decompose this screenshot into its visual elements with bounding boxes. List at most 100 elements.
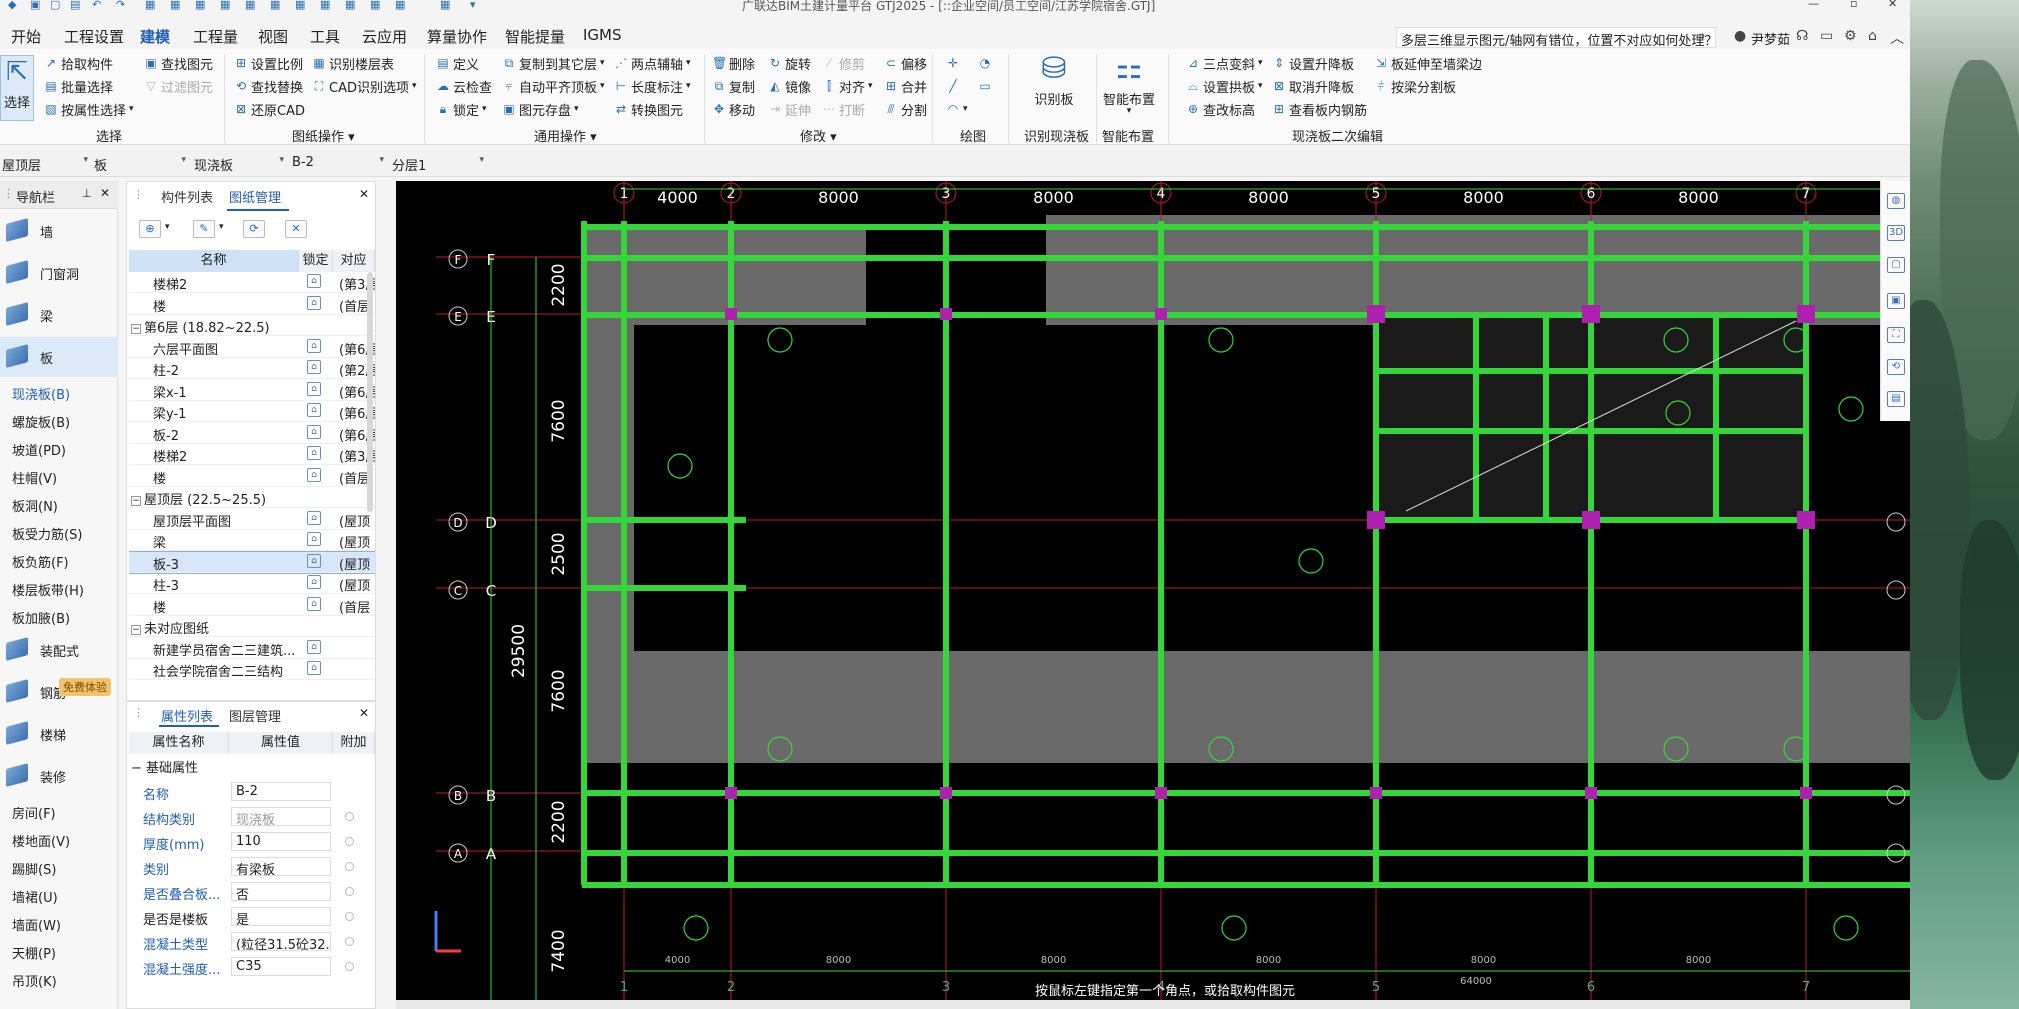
nav-item-decoration[interactable]: 装修: [0, 756, 118, 796]
offset-button[interactable]: ⊂ 偏移: [884, 53, 927, 73]
nav-item-slab[interactable]: 板: [0, 337, 118, 377]
property-value-field[interactable]: 110: [231, 832, 331, 851]
column[interactable]: [1367, 305, 1385, 323]
select-button[interactable]: ⇱ 选择: [0, 55, 34, 121]
slab-region[interactable]: [584, 651, 1910, 763]
3d-box-icon[interactable]: 3D: [1887, 225, 1905, 241]
draw-line-button[interactable]: ╱: [946, 76, 960, 96]
quick-tool-icon[interactable]: ▦: [395, 0, 405, 11]
collapse-icon[interactable]: −: [131, 495, 141, 506]
column[interactable]: [725, 787, 737, 799]
beam[interactable]: [582, 585, 746, 591]
nav-sub-spiral-slab[interactable]: 螺旋板(B): [12, 412, 70, 431]
scrollbar[interactable]: [367, 272, 373, 512]
extra-checkbox[interactable]: [345, 912, 354, 921]
column[interactable]: [1155, 787, 1167, 799]
edit-drawing-icon[interactable]: ✎: [193, 220, 215, 238]
layer-view-icon[interactable]: ▤: [1887, 391, 1905, 407]
extra-checkbox[interactable]: [345, 812, 354, 821]
tab-component-list[interactable]: 构件列表: [161, 187, 213, 206]
auto-align-top-button[interactable]: ⫧ 自动平齐顶板 ▾: [502, 76, 605, 96]
nav-sub-skirting[interactable]: 踢脚(S): [12, 859, 56, 878]
collapse-icon[interactable]: −: [131, 323, 141, 334]
floor-group-row[interactable]: − 屋顶层 (22.5~25.5): [129, 487, 375, 508]
floor-group-row[interactable]: − 第6层 (18.82~22.5): [129, 315, 375, 336]
break-button[interactable]: ⋯ 打断: [822, 99, 865, 119]
message-icon[interactable]: ▭: [1820, 28, 1833, 44]
column[interactable]: [1367, 511, 1385, 529]
beam[interactable]: [582, 312, 1910, 318]
define-button[interactable]: ▤ 定义: [436, 53, 479, 73]
customize-icon[interactable]: ▾: [470, 0, 476, 11]
nav-item-stair[interactable]: 楼梯: [0, 714, 118, 754]
convert-element-button[interactable]: ⇄ 转换图元: [614, 99, 683, 119]
drawing-row[interactable]: 楼 ⌂ (首层: [129, 294, 375, 315]
drawing-canvas[interactable]: 1 1 2 2 3 3 4 4 5 5 6 6 7 7 4000 8000 8000 8000 8000 8000 40…: [396, 181, 1910, 1000]
split-button[interactable]: ⫻ 分割: [884, 99, 927, 119]
pin-icon[interactable]: ⊥: [82, 187, 92, 200]
nav-sub-room[interactable]: 房间(F): [12, 803, 56, 822]
column[interactable]: [1582, 511, 1600, 529]
column[interactable]: [725, 308, 737, 320]
beam[interactable]: [581, 221, 587, 885]
cad-options-button[interactable]: ⛶ CAD识别选项 ▾: [312, 76, 417, 96]
maximize-icon[interactable]: ▫: [1850, 0, 1857, 10]
beam[interactable]: [582, 882, 1910, 888]
close-icon[interactable]: ✕: [359, 187, 369, 201]
tab-property-list[interactable]: 属性列表: [161, 706, 213, 725]
set-arch-button[interactable]: ⌓ 设置拱板 ▾: [1186, 76, 1262, 96]
lock-icon[interactable]: ⌂: [307, 532, 321, 546]
quick-tool-icon[interactable]: ▦: [270, 0, 280, 11]
drawing-floor-map[interactable]: (首层: [339, 597, 375, 616]
drawing-row[interactable]: 楼 ⌂ (首层: [129, 466, 375, 487]
beam[interactable]: [1158, 221, 1164, 885]
3d-view-icon[interactable]: ◍: [1887, 193, 1905, 209]
beam[interactable]: [582, 517, 746, 523]
component-name-select[interactable]: B-2 ▾: [290, 154, 386, 174]
set-scale-button[interactable]: ⊞ 设置比例: [234, 53, 303, 73]
cloud-check-button[interactable]: ☁ 云检查: [436, 76, 492, 96]
menu-smart-extract[interactable]: 智能提量: [505, 26, 565, 47]
column[interactable]: [1582, 305, 1600, 323]
user-name[interactable]: 尹梦茹: [1751, 29, 1790, 48]
close-icon[interactable]: ✕: [100, 186, 110, 200]
quick-tool-icon[interactable]: ▦: [245, 0, 255, 11]
extend-to-wall-button[interactable]: ⇲ 板延伸至墙梁边: [1374, 53, 1482, 73]
menu-tools[interactable]: 工具: [310, 26, 340, 47]
nav-item-wall[interactable]: 墙: [0, 211, 118, 251]
menu-cloud[interactable]: 云应用: [362, 26, 407, 47]
drawing-row[interactable]: 柱-3 ⌂ (屋顶: [129, 573, 375, 594]
save-icon[interactable]: ▤: [70, 0, 80, 11]
menu-modeling[interactable]: 建模: [140, 26, 170, 47]
rotate-button[interactable]: ↻ 旋转: [768, 53, 811, 73]
beam[interactable]: [1473, 314, 1479, 520]
lock-icon[interactable]: ⌂: [307, 403, 321, 417]
avatar[interactable]: ●: [1734, 28, 1746, 44]
two-point-axis-button[interactable]: ⋰ 两点辅轴 ▾: [614, 53, 691, 73]
new-icon[interactable]: ▢: [50, 0, 60, 11]
column[interactable]: [940, 787, 952, 799]
find-replace-button[interactable]: ⟲ 查找替换: [234, 76, 303, 96]
column[interactable]: [940, 308, 952, 320]
batch-select-button[interactable]: ▤ 批量选择: [44, 76, 113, 96]
nav-sub-slab-neg-rebar[interactable]: 板负筋(F): [12, 552, 69, 571]
pick-component-button[interactable]: ↗ 拾取构件: [44, 53, 113, 73]
copy-button[interactable]: ⧉ 复制: [712, 76, 755, 96]
drawing-row[interactable]: 楼梯2 ⌂ (第3层: [129, 272, 375, 293]
beam[interactable]: [582, 255, 1910, 261]
floor-select[interactable]: 屋顶层 ▾: [0, 154, 90, 174]
view-slab-rebar-button[interactable]: ⊞ 查看板内钢筋: [1272, 99, 1367, 119]
trim-button[interactable]: ⁄ 修剪: [822, 53, 865, 73]
nav-sub-dado[interactable]: 墙裙(U): [12, 887, 58, 906]
drawing-row[interactable]: 屋顶层平面图 ⌂ (屋顶: [129, 509, 375, 530]
property-value-field[interactable]: C35: [231, 957, 331, 976]
settings-icon[interactable]: ⚙: [1844, 28, 1857, 44]
lock-icon[interactable]: ⌂: [307, 274, 321, 288]
close-icon[interactable]: ✕: [1888, 0, 1897, 10]
chevron-down-icon[interactable]: ▾: [219, 222, 224, 232]
column[interactable]: [1797, 511, 1815, 529]
beam[interactable]: [728, 221, 734, 885]
quick-tool-icon[interactable]: ▦: [370, 0, 380, 11]
lock-icon[interactable]: ⌂: [307, 295, 321, 310]
nav-item-prefab[interactable]: 装配式: [0, 630, 118, 670]
